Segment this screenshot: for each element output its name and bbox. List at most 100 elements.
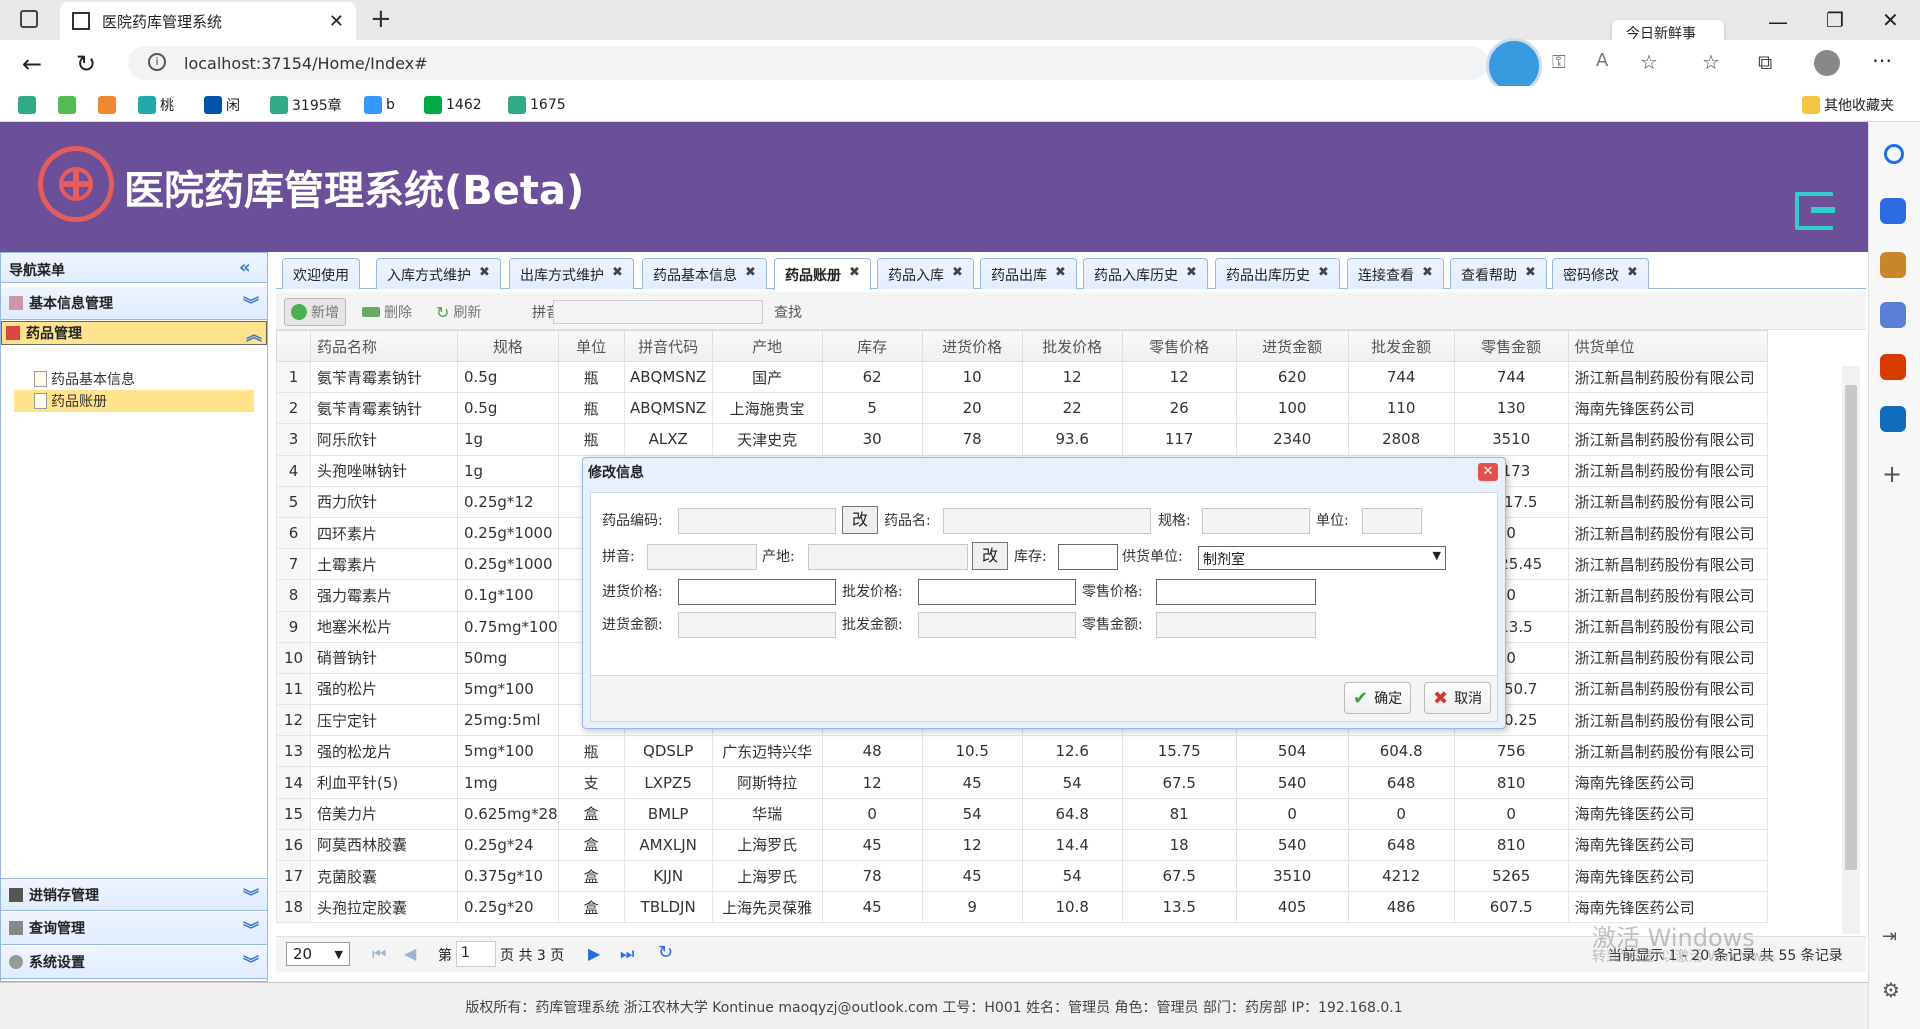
page-number-input[interactable]: 1 (456, 941, 496, 967)
nav-basic-info[interactable]: 基本信息管理 ︾ (1, 287, 267, 320)
settings-gear-icon[interactable]: ⚙ (1882, 978, 1900, 1002)
column-header[interactable]: 规格 (457, 330, 559, 362)
tab-outbound-method[interactable]: 出库方式维护 ✖ (509, 258, 634, 289)
tab-drug-basic[interactable]: 药品基本信息 ✖ (642, 258, 767, 289)
fav-item-2[interactable]: 3195章 (270, 94, 342, 116)
column-header[interactable]: 进货金额 (1235, 330, 1349, 362)
toolbox-icon[interactable] (1880, 252, 1906, 278)
column-header[interactable]: 供货单位 (1567, 330, 1768, 362)
name-input[interactable] (943, 508, 1151, 534)
nav-item-drug-ledger[interactable]: 药品账册 (34, 390, 107, 412)
minimize-icon[interactable]: — (1768, 10, 1788, 34)
scrollbar-thumb[interactable] (1845, 385, 1857, 870)
close-tab-icon[interactable]: ✖ (1525, 265, 1536, 283)
table-row[interactable]: 14 利血平针(5) 1mg 支 LXPZ5 阿斯特拉 12 45 54 67.5 540 648 81… (276, 766, 1768, 799)
tag-icon[interactable] (1880, 198, 1906, 224)
read-aloud-icon[interactable]: A (1596, 50, 1608, 71)
buy-price-input[interactable] (678, 579, 836, 605)
close-tab-icon[interactable]: ✖ (1422, 265, 1433, 283)
table-row[interactable]: 1 氨苄青霉素钠针 0.5g 瓶 ABQMSNZ 国产 62 10 12 12 620 744 744 浙… (276, 360, 1768, 394)
logout-icon[interactable] (1795, 192, 1835, 230)
nav-stock[interactable]: 进销存管理 ︾ (1, 878, 267, 911)
close-window-icon[interactable]: ✕ (1882, 8, 1899, 32)
column-header[interactable]: 拼音代码 (623, 330, 713, 362)
table-row[interactable]: 15 倍美力片 0.625mg*28 盒 BMLP 华瑞 0 54 64.8 81 0 0 0 海南先锋医… (276, 797, 1768, 830)
page-size-select[interactable]: 20 ▼ (286, 942, 350, 966)
delete-button[interactable]: 删除 (356, 298, 418, 326)
fav-item-0[interactable]: 桃 (138, 94, 174, 116)
unit-input[interactable] (1362, 508, 1422, 534)
expand-icon[interactable]: ︾ (243, 916, 259, 940)
fav-book-icon[interactable] (98, 94, 116, 116)
tab-inbound-method[interactable]: 入库方式维护 ✖ (376, 258, 501, 289)
table-row[interactable]: 13 强的松龙片 5mg*100 瓶 QDSLP 广东迈特兴华 48 10.5 12.6 15.7… (276, 735, 1768, 768)
outlook-icon[interactable] (1880, 406, 1906, 432)
close-tab-icon[interactable]: ✖ (745, 265, 756, 283)
fav-item-3[interactable]: b (364, 94, 395, 116)
tab-in-history[interactable]: 药品入库历史 ✖ (1083, 258, 1208, 289)
tab-connections[interactable]: 连接查看 ✖ (1347, 258, 1444, 289)
collections-icon[interactable]: ⧉ (1758, 50, 1772, 74)
nav-settings[interactable]: 系统设置 ︾ (1, 946, 267, 979)
table-row[interactable]: 3 阿乐欣针 1g 瓶 ALXZ 天津史克 30 78 93.6 117 2340 2808 3510 浙… (276, 423, 1768, 456)
reload-page-icon[interactable]: ↻ (658, 942, 673, 963)
table-row[interactable]: 17 克菌胶囊 0.375g*10 盒 KJJN 上海罗氏 78 45 54 67.5 3510 42… (276, 859, 1768, 893)
more-icon[interactable]: ⋯ (1872, 48, 1892, 72)
fav-item-1[interactable]: 闲 (204, 94, 240, 116)
add-sidebar-icon[interactable]: + (1882, 460, 1902, 488)
browser-tab[interactable]: 医院药库管理系统 ✕ (60, 2, 356, 40)
retail-price-input[interactable] (1156, 579, 1316, 605)
close-tab-icon[interactable]: ✖ (479, 265, 490, 283)
reload-icon[interactable]: ↻ (76, 50, 96, 78)
column-header[interactable]: 库存 (821, 330, 923, 362)
search-button[interactable]: 查找 (768, 298, 808, 326)
prev-page-icon[interactable]: ◀ (404, 944, 416, 963)
column-header[interactable]: 零售价格 (1121, 330, 1237, 362)
pinyin-input[interactable] (647, 544, 757, 570)
code-input[interactable] (678, 508, 836, 534)
close-tab-icon[interactable]: ✖ (1186, 265, 1197, 283)
add-favorite-icon[interactable]: ☆ (1640, 50, 1658, 74)
close-tab-icon[interactable]: ✖ (1627, 265, 1638, 283)
confirm-button[interactable]: ✔ 确定 (1344, 682, 1412, 714)
last-page-icon[interactable]: ⏭ (620, 944, 634, 964)
column-header[interactable]: 零售金额 (1453, 330, 1569, 362)
spec-input[interactable] (1202, 508, 1310, 534)
tab-drug-out[interactable]: 药品出库 ✖ (980, 258, 1077, 289)
close-tab-icon[interactable]: ✖ (1318, 265, 1329, 283)
url-field[interactable]: i localhost:37154/Home/Index# (128, 46, 1488, 80)
nav-drug-management[interactable]: 药品管理 ︽ (1, 321, 267, 345)
column-header[interactable]: 进货价格 (921, 330, 1023, 362)
stock-input[interactable] (1058, 544, 1118, 570)
column-header[interactable]: 产地 (711, 330, 823, 362)
fav-item-5[interactable]: 1675 (508, 94, 566, 116)
new-tab-icon[interactable]: + (370, 4, 392, 34)
maximize-icon[interactable]: ❐ (1826, 8, 1844, 32)
tab-welcome[interactable]: 欢迎使用 (282, 258, 360, 289)
buy-amount-input[interactable] (678, 612, 836, 638)
office-icon[interactable] (1880, 354, 1906, 380)
change-origin-button[interactable]: 改 (972, 542, 1008, 570)
tab-password[interactable]: 密码修改 ✖ (1552, 258, 1649, 289)
info-icon[interactable]: i (148, 53, 166, 71)
dialog-close-icon[interactable]: ✕ (1478, 463, 1498, 481)
collapse-icon[interactable]: ︽ (246, 321, 262, 345)
fav-item-4[interactable]: 1462 (424, 94, 482, 116)
table-row[interactable]: 2 氨苄青霉素钠针 0.5g 瓶 ABQMSNZ 上海施贵宝 5 20 22 26 100 110 13… (276, 392, 1768, 425)
tab-actions-icon[interactable] (20, 10, 38, 28)
column-header[interactable]: 批发价格 (1021, 330, 1123, 362)
fav-gear-icon[interactable] (58, 94, 76, 116)
close-tab-icon[interactable]: ✖ (612, 265, 623, 283)
collapse-nav-icon[interactable]: « (239, 257, 251, 278)
add-button[interactable]: 新增 (284, 298, 346, 326)
table-row[interactable]: 16 阿莫西林胶囊 0.25g*24 盒 AMXLJN 上海罗氏 45 12 14.4 18 540… (276, 828, 1768, 862)
first-page-icon[interactable]: ⏮ (372, 944, 386, 964)
fav-grid-icon[interactable] (18, 94, 36, 116)
next-page-icon[interactable]: ▶ (588, 944, 600, 963)
nav-query[interactable]: 查询管理 ︾ (1, 912, 267, 945)
tab-help[interactable]: 查看帮助 ✖ (1450, 258, 1547, 289)
expand-icon[interactable]: ︾ (243, 950, 259, 974)
profile-avatar[interactable] (1814, 50, 1840, 76)
games-icon[interactable] (1880, 302, 1906, 328)
close-tab-icon[interactable]: ✕ (329, 11, 344, 32)
